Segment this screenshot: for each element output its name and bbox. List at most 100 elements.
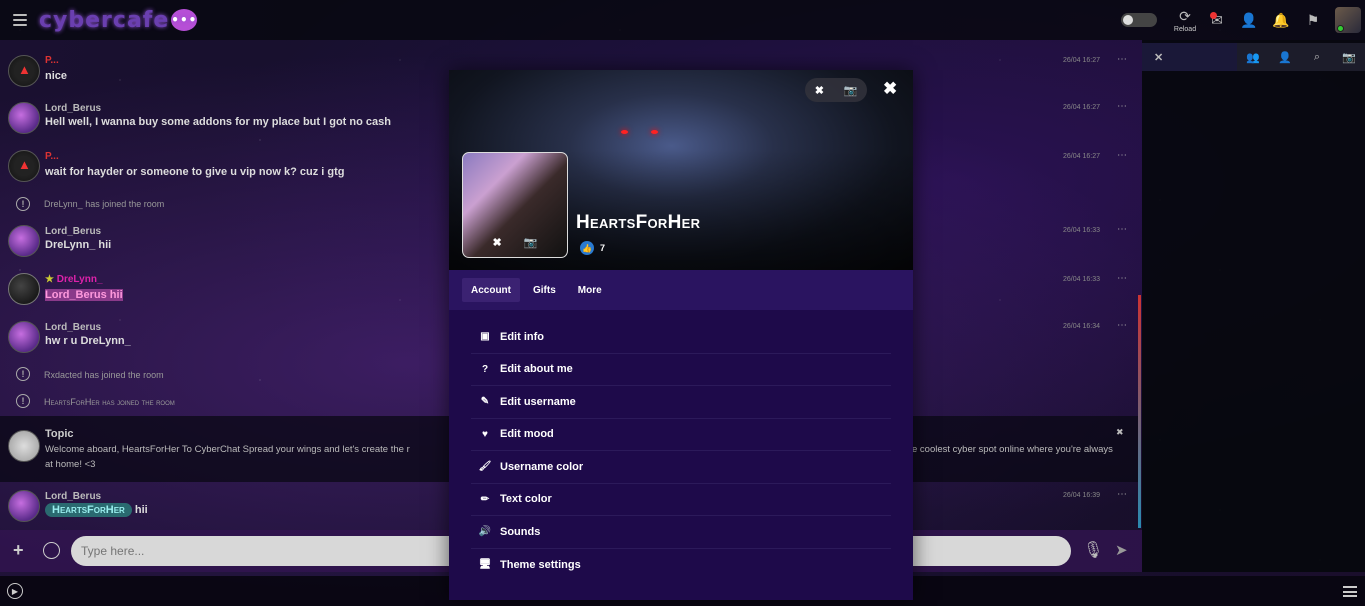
message-username[interactable]: Lord_Berus bbox=[45, 103, 101, 114]
message-options-icon[interactable]: ⋯ bbox=[1117, 489, 1127, 500]
camera-icon[interactable]: 📷 bbox=[1333, 43, 1365, 71]
mention-highlight: Lord_Berus hii bbox=[45, 289, 123, 301]
tab-gifts[interactable]: Gifts bbox=[524, 278, 565, 302]
user-icon[interactable]: 👤 bbox=[1269, 43, 1301, 71]
message-options-icon[interactable]: ⋯ bbox=[1117, 101, 1127, 112]
remove-cover-icon[interactable]: ✖ bbox=[815, 84, 824, 97]
user-avatar[interactable] bbox=[1335, 7, 1361, 33]
message-username[interactable]: Lord_Berus bbox=[45, 322, 101, 333]
question-circle-icon: ? bbox=[481, 363, 489, 375]
bell-icon: 🔔 bbox=[1272, 11, 1290, 28]
heart-icon: ♥ bbox=[482, 428, 488, 440]
avatar[interactable] bbox=[8, 273, 40, 305]
menu-icon[interactable] bbox=[13, 14, 27, 26]
close-panel-icon[interactable]: ✕ bbox=[1142, 43, 1237, 71]
emoji-icon[interactable] bbox=[43, 542, 60, 559]
search-icon[interactable]: ⌕ bbox=[1301, 43, 1333, 71]
tab-account[interactable]: Account bbox=[462, 278, 520, 302]
avatar[interactable] bbox=[8, 55, 40, 87]
topic-title: Topic bbox=[45, 428, 74, 440]
menu-item-edit-about-me[interactable]: ? Edit about me bbox=[471, 354, 891, 386]
avatar[interactable] bbox=[8, 150, 40, 182]
message-text: nice bbox=[45, 70, 68, 82]
close-icon[interactable]: ✖ bbox=[1116, 427, 1124, 438]
microphone-icon[interactable]: 🎙 bbox=[1083, 540, 1103, 560]
flag-icon: ⚑ bbox=[1306, 11, 1320, 28]
app-logo[interactable]: cybercafe ••• bbox=[39, 7, 198, 33]
edit-icon: ✎ bbox=[480, 396, 490, 408]
message-username[interactable]: Lord_Berus bbox=[45, 491, 101, 502]
profile-picture[interactable]: ✖ 📷 bbox=[462, 152, 568, 258]
message-text: Lord_Berus hii bbox=[45, 289, 123, 301]
message-username[interactable]: P... bbox=[45, 151, 59, 162]
message-username[interactable]: Lord_Berus bbox=[45, 226, 101, 237]
right-panel: ✕ 👥 👤 ⌕ 📷 bbox=[1142, 40, 1365, 572]
play-icon[interactable]: ▶ bbox=[7, 583, 23, 599]
menu-item-sounds[interactable]: 🔊 Sounds bbox=[471, 516, 891, 549]
menu-icon[interactable] bbox=[1343, 586, 1357, 597]
tab-more[interactable]: More bbox=[569, 278, 611, 302]
topic-text-part1: Welcome aboard, HeartsForHer To CyberCha… bbox=[45, 444, 410, 455]
message-options-icon[interactable]: ⋯ bbox=[1117, 320, 1127, 331]
messages-button[interactable]: ✉ bbox=[1201, 0, 1233, 40]
system-text: HeartsForHer has joined the room bbox=[44, 397, 175, 407]
reports-button[interactable]: ⚑ bbox=[1297, 0, 1329, 40]
send-icon[interactable]: ➤ bbox=[1115, 541, 1128, 559]
menu-item-label: Edit mood bbox=[500, 428, 554, 441]
menu-item-label: Sounds bbox=[500, 525, 541, 538]
avatar[interactable] bbox=[8, 490, 40, 522]
message-options-icon[interactable]: ⋯ bbox=[1117, 273, 1127, 284]
id-card-icon: ▣ bbox=[480, 331, 490, 343]
avatar[interactable] bbox=[8, 102, 40, 134]
pencil-icon: ✏ bbox=[480, 493, 490, 505]
notifications-button[interactable]: 🔔 bbox=[1265, 0, 1297, 40]
message-options-icon[interactable]: ⋯ bbox=[1117, 54, 1127, 65]
message-options-icon[interactable]: ⋯ bbox=[1117, 224, 1127, 235]
profile-modal: ✖ 📷 ✖ ✖ 📷 HeartsForHer 👍 7 Account Gifts… bbox=[449, 70, 913, 600]
menu-item-text-color[interactable]: ✏ Text color bbox=[471, 484, 891, 516]
menu-item-edit-mood[interactable]: ♥ Edit mood bbox=[471, 419, 891, 451]
menu-item-edit-info[interactable]: ▣ Edit info bbox=[471, 321, 891, 354]
menu-item-label: Edit about me bbox=[500, 363, 573, 376]
account-menu: ▣ Edit info ? Edit about me ✎ Edit username… bbox=[471, 321, 891, 581]
friend-requests-button[interactable]: 👤 bbox=[1233, 0, 1265, 40]
message-time: 26/04 16:34 bbox=[1063, 323, 1100, 330]
camera-icon[interactable]: 📷 bbox=[844, 84, 858, 97]
logo-text: cybercafe bbox=[39, 7, 170, 33]
message-text: Hell well, I wanna buy some addons for m… bbox=[45, 116, 391, 128]
users-icon[interactable]: 👥 bbox=[1237, 43, 1269, 71]
alert-icon: ! bbox=[16, 367, 30, 381]
chat-scrollbar[interactable] bbox=[1138, 295, 1141, 528]
profile-username: HeartsForHer bbox=[576, 212, 701, 233]
avatar[interactable] bbox=[8, 321, 40, 353]
menu-item-label: Text color bbox=[500, 493, 552, 506]
reload-icon: ⟳ bbox=[1179, 7, 1191, 24]
reload-button[interactable]: ⟳ Reload bbox=[1169, 0, 1201, 40]
menu-item-username-color[interactable]: 🖌 Username color bbox=[471, 451, 891, 484]
menu-item-label: Username color bbox=[500, 460, 584, 473]
top-bar: cybercafe ••• ⟳ Reload ✉ 👤 🔔 ⚑ bbox=[0, 0, 1365, 40]
menu-item-theme-settings[interactable]: 🖥 Theme settings bbox=[471, 549, 891, 582]
remove-avatar-icon[interactable]: ✖ bbox=[493, 236, 502, 249]
message-username[interactable]: ★ DreLynn_ bbox=[45, 274, 103, 285]
notification-badge bbox=[1210, 12, 1217, 19]
close-modal-icon[interactable]: ✖ bbox=[883, 79, 897, 99]
topic-icon bbox=[8, 430, 40, 462]
mention-highlight[interactable]: HeartsForHer bbox=[45, 503, 132, 517]
camera-icon[interactable]: 📷 bbox=[524, 236, 538, 249]
message-username[interactable]: P... bbox=[45, 55, 59, 66]
likes-counter[interactable]: 👍 7 bbox=[580, 241, 605, 255]
username-text: DreLynn_ bbox=[56, 274, 103, 285]
profile-tabs: Account Gifts More bbox=[449, 270, 913, 310]
plus-icon[interactable]: + bbox=[13, 540, 24, 561]
message-text-body: hii bbox=[134, 504, 148, 516]
message-text: wait for hayder or someone to give u vip… bbox=[45, 166, 345, 178]
menu-item-edit-username[interactable]: ✎ Edit username bbox=[471, 386, 891, 419]
menu-item-label: Theme settings bbox=[500, 558, 581, 571]
alert-icon: ! bbox=[16, 197, 30, 211]
theme-toggle[interactable] bbox=[1121, 13, 1157, 27]
message-time: 26/04 16:27 bbox=[1063, 153, 1100, 160]
message-options-icon[interactable]: ⋯ bbox=[1117, 150, 1127, 161]
user-plus-icon: 👤 bbox=[1240, 11, 1258, 28]
avatar[interactable] bbox=[8, 225, 40, 257]
